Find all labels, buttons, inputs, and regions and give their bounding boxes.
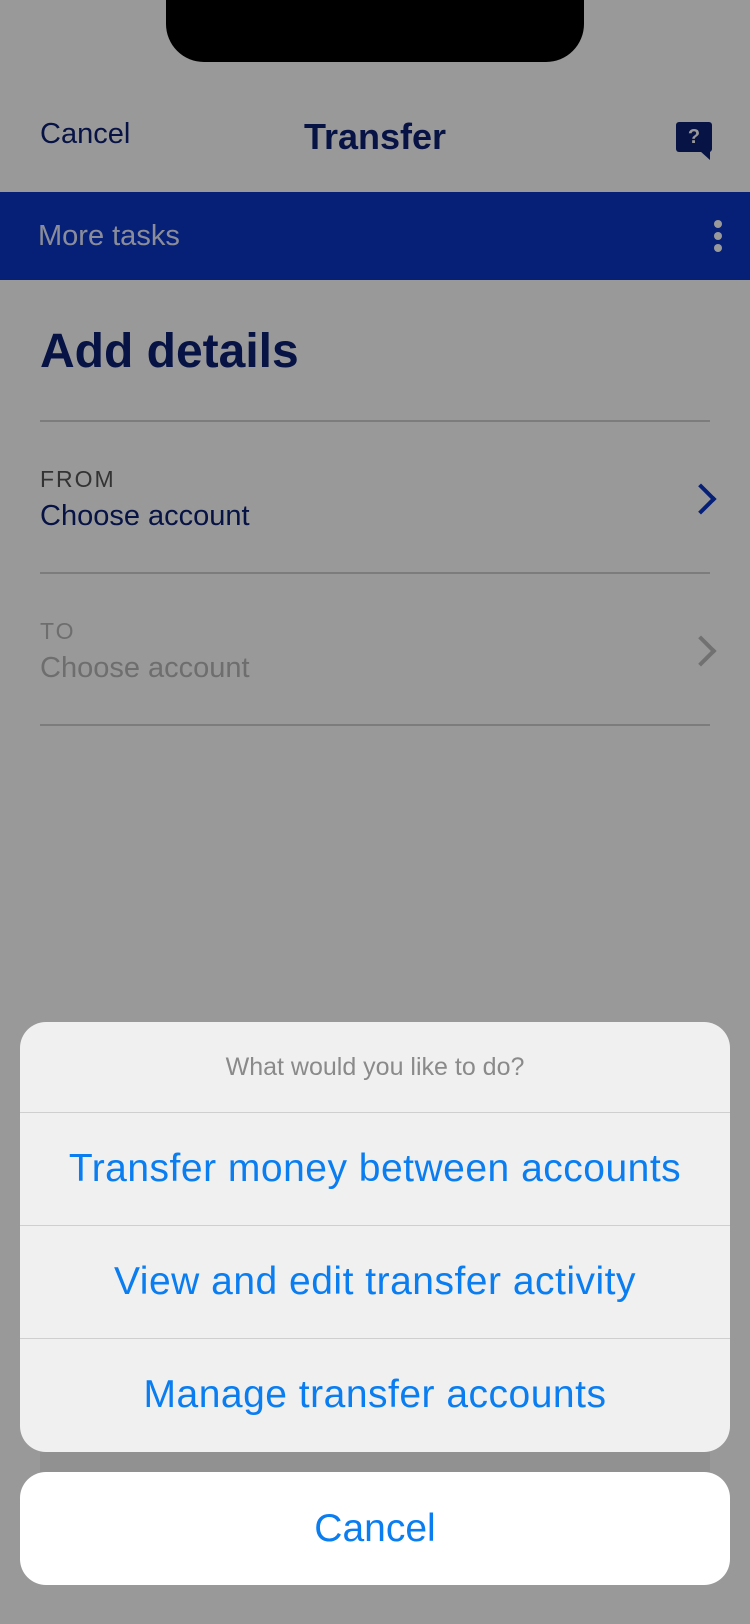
manage-transfer-accounts-button[interactable]: Manage transfer accounts (20, 1339, 730, 1451)
transfer-money-button[interactable]: Transfer money between accounts (20, 1113, 730, 1225)
action-sheet: What would you like to do? Transfer mone… (20, 1022, 730, 1452)
screen: Cancel Transfer ? More tasks Add details… (0, 0, 750, 1624)
view-transfer-activity-button[interactable]: View and edit transfer activity (20, 1226, 730, 1338)
action-sheet-cancel-button[interactable]: Cancel (20, 1472, 730, 1585)
action-sheet-title: What would you like to do? (225, 1053, 525, 1081)
device-notch (166, 0, 584, 62)
